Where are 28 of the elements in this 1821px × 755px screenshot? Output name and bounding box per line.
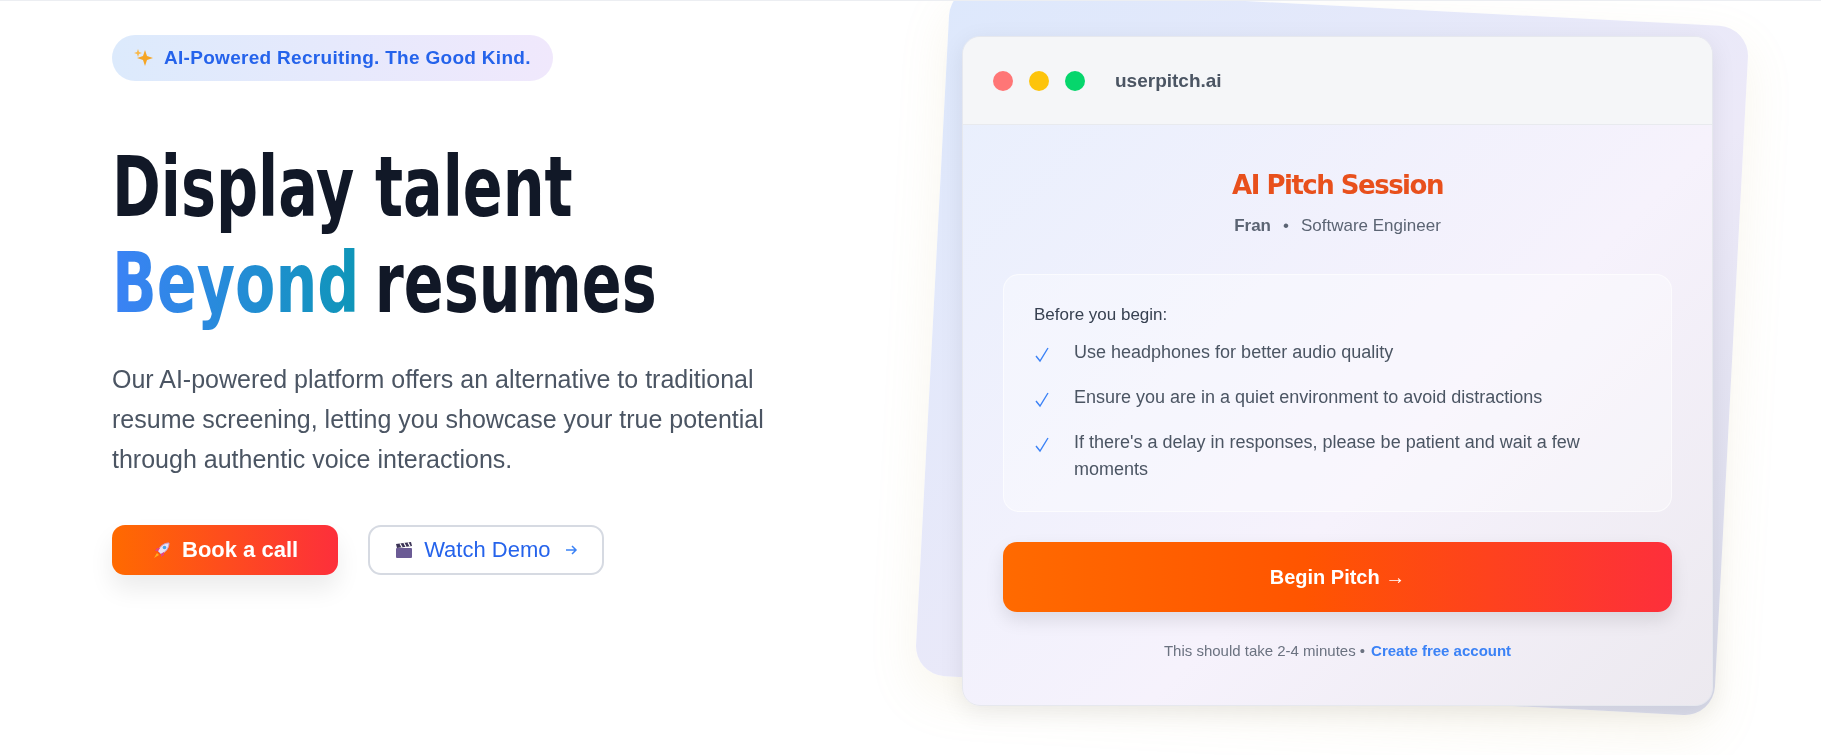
- checklist-item: Use headphones for better audio quality: [1074, 341, 1394, 364]
- tagline-text: AI-Powered Recruiting. The Good Kind.: [164, 47, 531, 69]
- rocket-icon: [152, 540, 172, 560]
- book-call-button[interactable]: Book a call: [112, 525, 339, 575]
- check-icon: [1034, 437, 1050, 453]
- window-title: userpitch.ai: [1115, 69, 1222, 92]
- checklist-item: Ensure you are in a quiet environment to avoid distractions: [1074, 386, 1543, 409]
- arrow-right-icon: [564, 543, 579, 557]
- close-dot-icon: [993, 70, 1013, 91]
- check-icon: [1034, 347, 1050, 363]
- begin-pitch-button[interactable]: Begin Pitch →: [1003, 542, 1672, 612]
- description-text: Our AI-powered platform offers an alternative to traditional resume screening, letting you showcase your true potential through authentic voice interactions.: [112, 364, 765, 475]
- candidate-role: Software Engineer: [1300, 216, 1441, 236]
- check-icon: [1034, 392, 1050, 408]
- headline-text: resumes: [374, 235, 657, 331]
- create-account-link[interactable]: Create free account: [1371, 642, 1512, 659]
- clapperboard-icon: [394, 540, 415, 560]
- minimize-dot-icon: [1029, 70, 1049, 91]
- watch-demo-button[interactable]: Watch Demo: [368, 525, 605, 575]
- candidate-name: Fran: [1234, 216, 1271, 236]
- checklist-item: If there's a delay in responses, please be patient and wait a few moments: [1074, 431, 1581, 481]
- headline-text: Display talent: [112, 139, 573, 235]
- separator-dot: •: [1283, 216, 1289, 236]
- sparkles-icon: [134, 48, 154, 68]
- duration-note: This should take 2-4 minutes •: [1163, 642, 1366, 659]
- session-heading: AI Pitch Session: [1232, 170, 1443, 200]
- checklist-title: Before you begin:: [1034, 305, 1169, 325]
- maximize-dot-icon: [1065, 70, 1085, 91]
